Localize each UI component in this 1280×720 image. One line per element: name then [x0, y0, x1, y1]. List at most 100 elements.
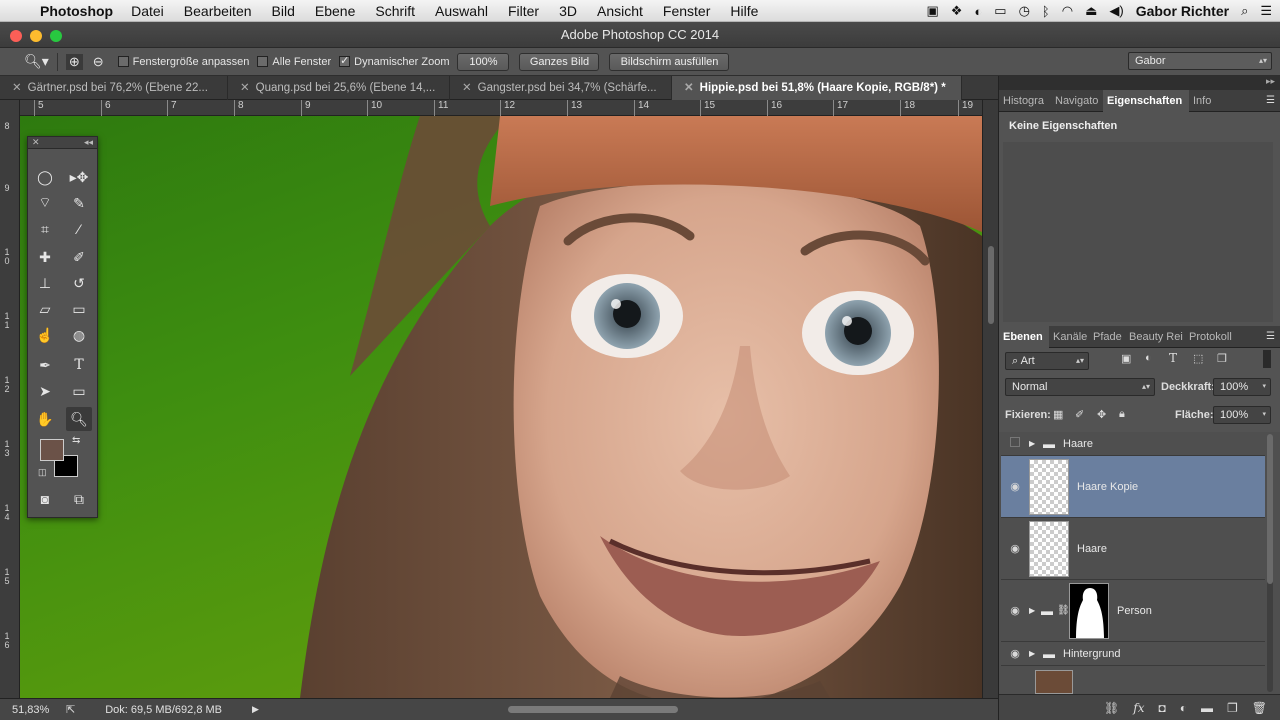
- minimize-window-button[interactable]: [30, 30, 42, 42]
- brush-icon[interactable]: ✐: [66, 245, 92, 269]
- expand-arrow-icon[interactable]: ▶: [1029, 606, 1041, 615]
- eye-icon[interactable]: ◉: [1001, 647, 1029, 660]
- adjustment-layer-icon[interactable]: ◐: [1180, 701, 1187, 715]
- user-name[interactable]: Gabor Richter: [1136, 3, 1229, 19]
- filter-adjustment-icon[interactable]: ◐: [1145, 352, 1152, 364]
- layer-row-haare-kopie[interactable]: ◉ Haare Kopie: [1001, 456, 1265, 518]
- all-windows-checkbox[interactable]: [257, 56, 269, 67]
- layers-scrollbar[interactable]: [1267, 434, 1273, 692]
- zoom-out-icon[interactable]: ⊖: [93, 54, 104, 70]
- quick-mask-icon[interactable]: ◙: [32, 487, 58, 511]
- foreground-color-swatch-top[interactable]: [40, 439, 64, 461]
- fill-input[interactable]: 100% ▾: [1213, 406, 1271, 424]
- zoom-in-icon[interactable]: ⊕: [65, 53, 83, 70]
- layer-style-icon[interactable]: fx: [1133, 701, 1144, 715]
- ellipse-marquee-icon[interactable]: ◯: [32, 165, 58, 189]
- layer-mask-thumbnail[interactable]: [1069, 582, 1109, 639]
- close-tab-icon[interactable]: ✕: [684, 82, 694, 94]
- panel-menu-icon[interactable]: ☰: [1266, 331, 1275, 342]
- filter-shape-icon[interactable]: ⬚: [1193, 352, 1203, 365]
- new-group-icon[interactable]: ▬: [1201, 701, 1213, 715]
- tab-channels[interactable]: Kanäle: [1049, 326, 1089, 348]
- quick-selection-icon[interactable]: ✎: [66, 191, 92, 215]
- whole-image-button[interactable]: Ganzes Bild: [519, 52, 600, 71]
- filter-smart-object-icon[interactable]: ❐: [1217, 352, 1227, 365]
- scroll-thumb[interactable]: [988, 246, 994, 324]
- visibility-off-box[interactable]: [1001, 437, 1029, 450]
- path-selection-icon[interactable]: ➤: [32, 379, 58, 403]
- filter-pixel-icon[interactable]: ▣: [1121, 352, 1131, 365]
- crop-icon[interactable]: ⌗: [32, 217, 58, 241]
- zoom-tool-icon[interactable]: 🔍︎: [66, 407, 92, 431]
- zoom-100-button[interactable]: 100%: [457, 52, 510, 71]
- fit-window-checkbox[interactable]: [117, 56, 129, 67]
- tab-layers[interactable]: Ebenen: [999, 325, 1049, 348]
- default-colors-icon[interactable]: ◫: [38, 467, 47, 478]
- polygon-lasso-icon[interactable]: ⌔: [32, 191, 58, 215]
- volume-icon[interactable]: ◀): [1109, 3, 1123, 19]
- chevron-down-icon[interactable]: ▾: [1262, 379, 1266, 395]
- lock-paint-icon[interactable]: ✐: [1075, 408, 1084, 421]
- collapse-icon[interactable]: ▸▸: [1266, 76, 1275, 87]
- layer-row-person[interactable]: ◉ ▶ ▬ ⛓ Person: [1001, 580, 1265, 642]
- filter-type-icon[interactable]: T: [1169, 351, 1177, 365]
- menu-app-photoshop[interactable]: Photoshop: [40, 3, 113, 19]
- close-tab-icon[interactable]: ✕: [462, 82, 472, 94]
- layer-row-haare[interactable]: ◉ Haare: [1001, 518, 1265, 580]
- eject-icon[interactable]: ⏏: [1085, 3, 1097, 19]
- airplay-icon[interactable]: ▭: [994, 3, 1006, 19]
- tools-panel-header[interactable]: ✕ ◂◂: [28, 137, 97, 149]
- swap-colors-icon[interactable]: ⇆: [72, 435, 80, 446]
- tab-paths[interactable]: Pfade: [1089, 326, 1125, 348]
- eye-icon[interactable]: ◉: [1001, 480, 1029, 493]
- move-tool-icon[interactable]: ▸✥: [66, 165, 92, 189]
- filter-toggle[interactable]: [1263, 350, 1271, 368]
- menu-bild[interactable]: Bild: [272, 3, 295, 19]
- tab-gaertner[interactable]: ✕ Gärtner.psd bei 76,2% (Ebene 22...: [0, 76, 228, 100]
- delete-layer-icon[interactable]: 🗑︎: [1252, 701, 1267, 715]
- fit-window-option[interactable]: Fenstergröße anpassen: [117, 56, 249, 68]
- collapse-icon[interactable]: ◂◂: [84, 137, 93, 148]
- tab-info[interactable]: Info: [1189, 90, 1219, 112]
- eraser-icon[interactable]: ▱: [32, 297, 58, 321]
- pen-icon[interactable]: ✒: [32, 353, 58, 377]
- expand-arrow-icon[interactable]: ▶: [1029, 649, 1043, 658]
- all-windows-option[interactable]: Alle Fenster: [257, 56, 331, 68]
- menu-auswahl[interactable]: Auswahl: [435, 3, 488, 19]
- zoom-level[interactable]: 51,83%: [12, 704, 60, 716]
- smudge-icon[interactable]: ☝: [32, 323, 58, 347]
- eye-icon[interactable]: ◉: [1001, 542, 1029, 555]
- spotlight-search-icon[interactable]: ⌕: [1241, 3, 1248, 19]
- menu-bearbeiten[interactable]: Bearbeiten: [184, 3, 252, 19]
- layer-row-haare-group[interactable]: ▶ ▬ Haare: [1001, 432, 1265, 456]
- menu-filter[interactable]: Filter: [508, 3, 539, 19]
- menu-ebene[interactable]: Ebene: [315, 3, 355, 19]
- tab-gangster[interactable]: ✕ Gangster.psd bei 34,7% (Schärfe...: [450, 76, 672, 100]
- dynamic-zoom-option[interactable]: Dynamischer Zoom: [339, 54, 449, 68]
- fill-screen-button[interactable]: Bildschirm ausfüllen: [609, 52, 730, 71]
- clone-stamp-icon[interactable]: ⊥: [32, 271, 58, 295]
- gradient-icon[interactable]: ▭: [66, 297, 92, 321]
- lock-transparency-icon[interactable]: ▦: [1053, 408, 1063, 421]
- close-window-button[interactable]: [10, 30, 22, 42]
- workspace-select[interactable]: Gabor ▴▾: [1128, 52, 1272, 70]
- link-icon[interactable]: ⛓: [1057, 605, 1070, 616]
- tab-quang[interactable]: ✕ Quang.psd bei 25,6% (Ebene 14,...: [228, 76, 450, 100]
- lock-position-icon[interactable]: ✥: [1097, 408, 1106, 421]
- menu-ansicht[interactable]: Ansicht: [597, 3, 643, 19]
- screen-mode-icon[interactable]: ⧉: [66, 487, 92, 511]
- scroll-thumb[interactable]: [1267, 434, 1273, 584]
- time-machine-icon[interactable]: ◷: [1019, 3, 1030, 19]
- layer-row-hintergrund[interactable]: ◉ ▶ ▬ Hintergrund: [1001, 642, 1265, 666]
- tab-navigator[interactable]: Navigato: [1051, 90, 1103, 112]
- menu-fenster[interactable]: Fenster: [663, 3, 710, 19]
- eye-icon[interactable]: ◉: [1001, 604, 1029, 617]
- hand-tool-icon[interactable]: ✋: [32, 407, 58, 431]
- layer-filter-select[interactable]: ⌕ Art ▴▾: [1005, 352, 1089, 370]
- close-tab-icon[interactable]: ✕: [12, 82, 22, 94]
- share-icon[interactable]: ⇱: [66, 703, 75, 716]
- history-brush-icon[interactable]: ↺: [66, 271, 92, 295]
- type-tool-icon[interactable]: T: [66, 353, 92, 377]
- rectangle-shape-icon[interactable]: ▭: [66, 379, 92, 403]
- menu-hilfe[interactable]: Hilfe: [730, 3, 758, 19]
